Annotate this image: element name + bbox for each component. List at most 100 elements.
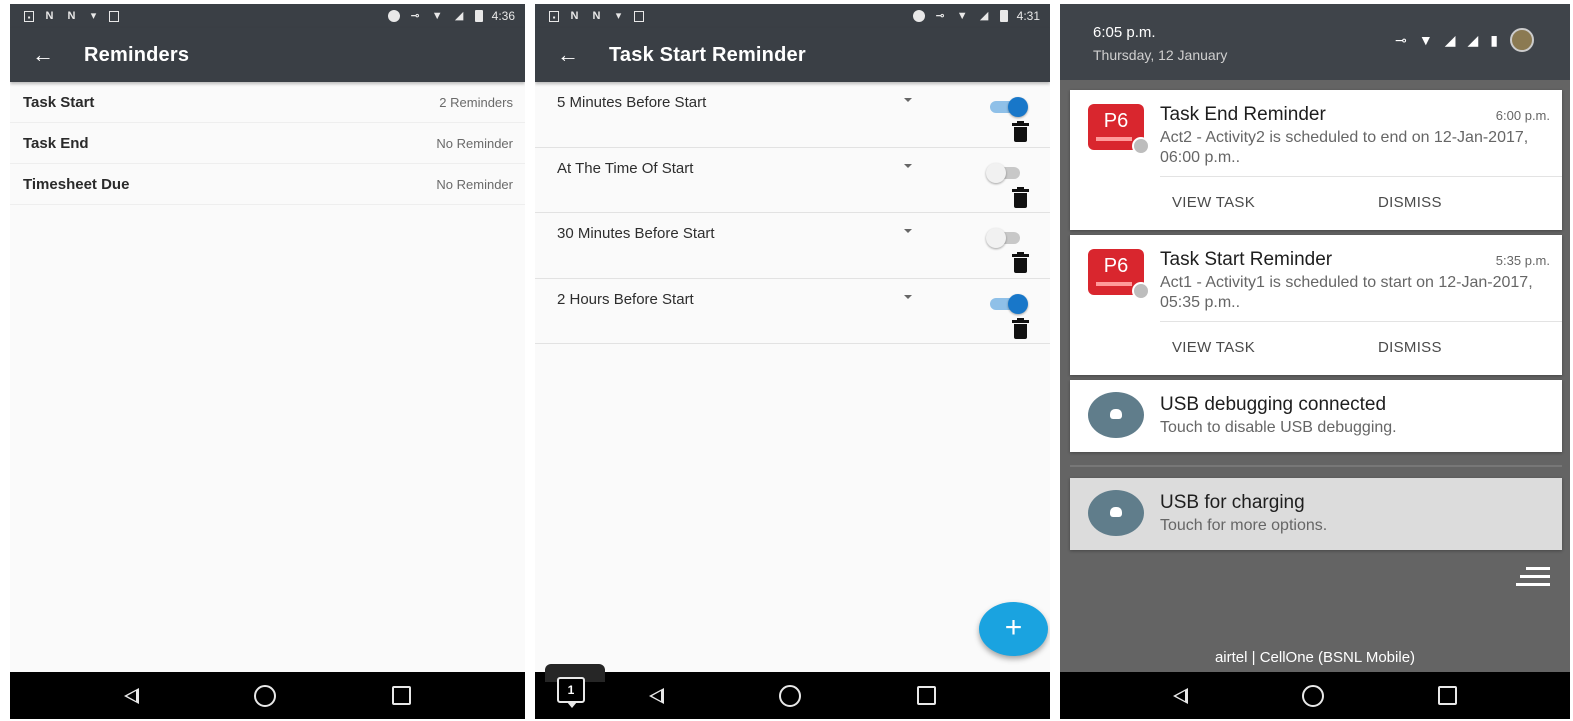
app-icon-label: P6 — [1103, 110, 1129, 132]
nav-home-icon[interactable] — [254, 684, 277, 707]
view-task-button[interactable]: VIEW TASK — [1172, 194, 1255, 211]
notification-title: Task Start Reminder — [1160, 249, 1333, 270]
back-arrow-icon[interactable]: ← — [557, 42, 609, 68]
list-item-label: Task Start — [23, 93, 95, 111]
reminder-list: 5 Minutes Before Start At The Time Of St… — [535, 82, 1050, 344]
reminder-toggle[interactable] — [984, 161, 1030, 185]
notif-n-icon: N — [45, 9, 54, 22]
usb-android-icon — [1088, 392, 1144, 438]
notification-shade: 6:05 p.m. Thursday, 12 January ⊸ ▼ ◢ ◢ ▮… — [1060, 4, 1570, 719]
nav-back-icon[interactable] — [123, 687, 139, 704]
trash-icon[interactable] — [1012, 121, 1029, 143]
clipboard-icon — [109, 10, 119, 22]
app-icon-label: P6 — [1103, 255, 1129, 277]
nav-bar — [1060, 672, 1570, 719]
vpn-key-icon: ⊸ — [935, 9, 945, 22]
notification-usb-debugging[interactable]: USB debugging connected Touch to disable… — [1070, 380, 1562, 452]
reminders-screen: ▪ N N ▾ ⊸ ▼ ◢ 4:36 ← Reminders Task Star… — [10, 4, 525, 719]
notification-task-end[interactable]: P6 Task End Reminder 6:00 p.m. Act2 - Ac… — [1070, 90, 1562, 230]
nav-recents-icon[interactable] — [1438, 686, 1457, 705]
list-item-value: 2 Reminders — [439, 94, 513, 110]
nav-recents-icon[interactable] — [392, 686, 412, 705]
clipboard-icon — [634, 10, 644, 22]
add-reminder-button[interactable]: + — [979, 602, 1048, 656]
shade-header: 6:05 p.m. Thursday, 12 January ⊸ ▼ ◢ ◢ ▮ — [1060, 4, 1570, 80]
notification-usb-charging[interactable]: USB for charging Touch for more options. — [1070, 478, 1562, 550]
dnd-icon — [912, 10, 925, 22]
list-item-task-end[interactable]: Task End No Reminder — [10, 123, 525, 164]
dismiss-button[interactable]: DISMISS — [1378, 194, 1442, 211]
avatar[interactable] — [1510, 28, 1534, 52]
reminder-toggle[interactable] — [984, 95, 1030, 119]
reminder-time-select[interactable]: 2 Hours Before Start — [557, 291, 694, 308]
notification-title: USB for charging — [1160, 492, 1305, 513]
battery-icon: ▮ — [1490, 31, 1498, 48]
dropdown-caret-icon[interactable] — [904, 98, 912, 102]
divider — [1160, 176, 1562, 177]
notification-body: Touch for more options. — [1160, 517, 1328, 534]
reminder-toggle[interactable] — [984, 292, 1030, 316]
battery-icon — [999, 10, 1008, 22]
list-item-value: No Reminder — [436, 135, 513, 151]
status-time: 4:31 — [1016, 9, 1040, 23]
notification-title: Task End Reminder — [1160, 104, 1326, 125]
signal-icon: ◢ — [1444, 31, 1456, 48]
notification-time: 5:35 p.m. — [1495, 253, 1550, 268]
wifi-icon: ▼ — [431, 9, 443, 22]
notif-n-icon: N — [592, 9, 601, 22]
signal-icon: ◢ — [454, 9, 464, 22]
nav-bar — [535, 672, 1050, 719]
dnd-icon — [387, 10, 400, 22]
signal-icon: ◢ — [1467, 31, 1479, 48]
nav-back-icon[interactable] — [648, 687, 664, 704]
page-title: Task Start Reminder — [609, 43, 806, 66]
p6-app-icon: P6 — [1088, 104, 1150, 155]
app-bar: ← Reminders — [10, 28, 525, 82]
list-item-timesheet-due[interactable]: Timesheet Due No Reminder — [10, 164, 525, 205]
page-title: Reminders — [84, 43, 190, 66]
dropdown-caret-icon[interactable] — [904, 294, 912, 299]
reminder-toggle[interactable] — [984, 226, 1030, 250]
view-task-button[interactable]: VIEW TASK — [1172, 339, 1255, 356]
reminder-time-select[interactable]: At The Time Of Start — [557, 160, 693, 177]
vpn-key-icon: ⊸ — [410, 9, 420, 22]
notification-task-start[interactable]: P6 Task Start Reminder 5:35 p.m. Act1 - … — [1070, 235, 1562, 375]
notification-body: Act2 - Activity2 is scheduled to end on … — [1160, 129, 1529, 166]
status-time: 4:36 — [491, 9, 515, 23]
dropdown-caret-icon[interactable] — [904, 163, 912, 168]
trash-icon[interactable] — [1012, 186, 1029, 209]
list-item-value: No Reminder — [436, 176, 513, 192]
dropdown-caret-icon[interactable] — [904, 229, 912, 233]
battery-icon — [474, 10, 483, 22]
reminder-row: At The Time Of Start — [535, 148, 1050, 213]
status-bar: ▪ N N ▾ ⊸ ▼ ◢ 4:36 — [10, 4, 525, 28]
nav-bar — [10, 672, 525, 719]
wifi-icon: ▼ — [1418, 32, 1433, 48]
nav-home-icon[interactable] — [779, 684, 802, 707]
dismiss-button[interactable]: DISMISS — [1378, 339, 1442, 356]
nav-home-icon[interactable] — [1302, 684, 1324, 707]
message-badge-icon[interactable]: 1 — [557, 677, 585, 708]
notification-body: Act1 - Activity1 is scheduled to start o… — [1160, 274, 1533, 311]
shade-date: Thursday, 12 January — [1093, 47, 1228, 63]
p6-app-icon: P6 — [1088, 249, 1150, 300]
shield-icon: ▾ — [615, 9, 622, 22]
list-item-label: Task End — [23, 134, 89, 152]
back-arrow-icon[interactable]: ← — [32, 42, 84, 68]
reminder-row: 5 Minutes Before Start — [535, 82, 1050, 148]
notif-n-icon: N — [570, 9, 579, 22]
reminder-time-select[interactable]: 5 Minutes Before Start — [557, 94, 706, 111]
reminder-time-select[interactable]: 30 Minutes Before Start — [557, 225, 715, 242]
list-item-task-start[interactable]: Task Start 2 Reminders — [10, 82, 525, 123]
clear-all-icon[interactable] — [1516, 567, 1550, 589]
status-bar: ▪ N N ▾ ⊸ ▼ ◢ 4:31 — [535, 4, 1050, 28]
list-item-label: Timesheet Due — [23, 175, 130, 193]
vpn-key-icon: ⊸ — [1395, 31, 1407, 48]
trash-icon[interactable] — [1012, 317, 1029, 340]
divider — [1160, 321, 1562, 322]
nav-back-icon[interactable] — [1173, 687, 1188, 704]
trash-icon[interactable] — [1012, 252, 1029, 274]
app-bar: ← Task Start Reminder — [535, 28, 1050, 82]
gallery-icon: ▪ — [24, 10, 34, 22]
nav-recents-icon[interactable] — [917, 686, 937, 705]
